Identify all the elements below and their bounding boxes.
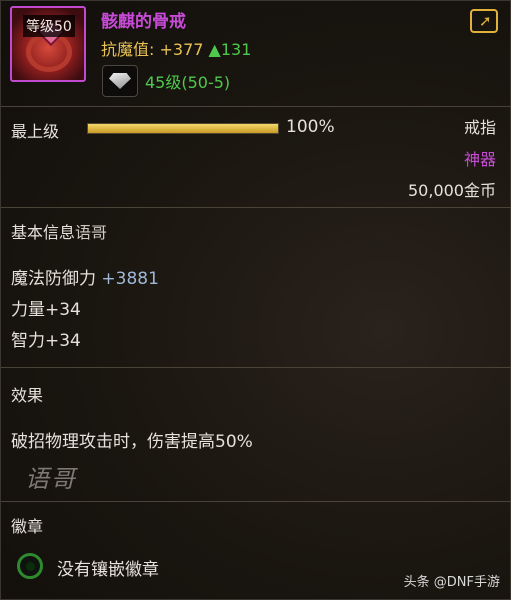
- upgrade-percent: 100%: [286, 117, 335, 137]
- stat-row: 智力+34: [11, 331, 81, 351]
- handwritten-signature: 语哥: [25, 465, 77, 493]
- item-grade: 神器: [463, 150, 496, 169]
- effect-description: 破招物理攻击时，伤害提高50%: [11, 432, 253, 452]
- share-icon: ➚: [479, 12, 492, 30]
- divider: [1, 207, 511, 208]
- item-price: 50,000金币: [408, 181, 496, 200]
- upgrade-progress-fill: [88, 124, 278, 133]
- crimson-ring-icon[interactable]: 等级50: [10, 6, 86, 82]
- diamond-shape: [109, 73, 131, 89]
- stat-row: 魔法防御力 +3881: [11, 264, 159, 289]
- stat-key: 抗魔值:: [101, 40, 155, 59]
- diamond-icon[interactable]: [102, 65, 138, 97]
- no-emblem-text: 没有镶嵌徽章: [57, 560, 159, 580]
- stat-row: 力量+34: [11, 300, 81, 320]
- level-badge: 等级50: [23, 15, 75, 37]
- item-header: 等级50 骸麒的骨戒 抗魔值: +377 ▲131 45级(50-5) ➚: [1, 1, 511, 106]
- divider: [1, 106, 511, 107]
- source-watermark: 头条 @DNF手游: [403, 575, 500, 590]
- magic-resist-stat: 抗魔值: +377 ▲131: [101, 36, 251, 60]
- socket-level-text: 45级(50-5): [145, 73, 231, 92]
- basic-info-label: 基本信息: [11, 223, 76, 242]
- author-watermark: 语哥: [75, 223, 108, 242]
- share-button[interactable]: ➚: [470, 9, 498, 33]
- item-tooltip: 等级50 骸麒的骨戒 抗魔值: +377 ▲131 45级(50-5) ➚ 最上…: [0, 0, 511, 600]
- stat-bonus: ▲131: [208, 40, 252, 59]
- equipment-slot: 戒指: [463, 118, 496, 137]
- effect-title: 效果: [11, 386, 44, 405]
- divider: [1, 367, 511, 368]
- emblem-title: 徽章: [11, 517, 44, 536]
- emblem-slot-icon[interactable]: [17, 553, 43, 579]
- divider: [1, 501, 511, 502]
- upgrade-progress-bar: [87, 123, 279, 134]
- stat-label: 魔法防御力: [11, 269, 96, 289]
- stat-value: +3881: [101, 269, 159, 289]
- stat-value: +377: [159, 40, 204, 59]
- item-name: 骸麒的骨戒: [101, 12, 186, 32]
- basic-info-title: 基本信息语哥: [11, 219, 107, 243]
- upgrade-label: 最上级: [11, 122, 60, 141]
